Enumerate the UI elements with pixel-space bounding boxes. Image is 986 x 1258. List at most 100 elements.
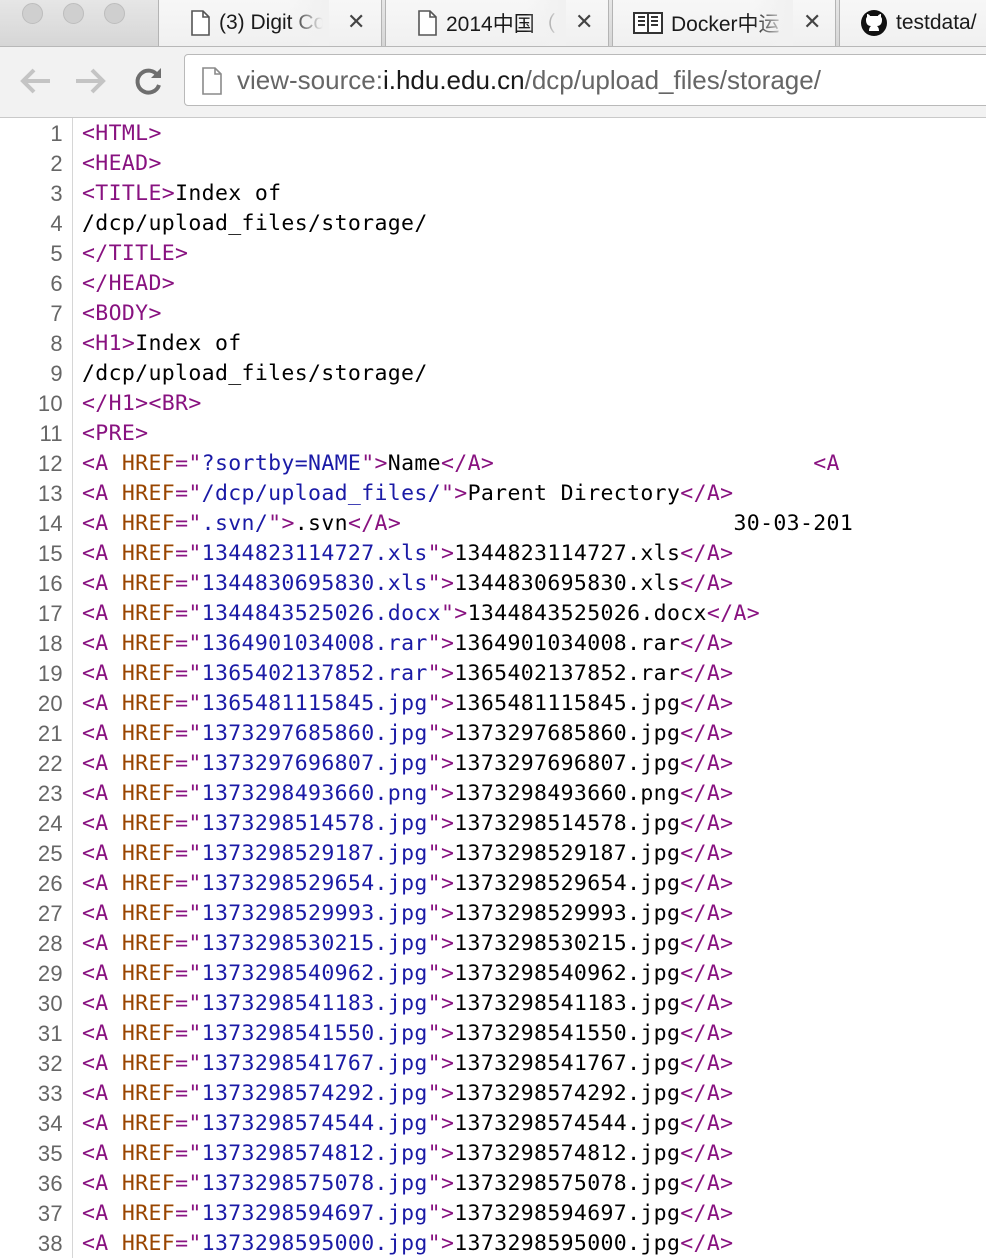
line-number: 35 <box>37 1141 63 1166</box>
line-number: 14 <box>37 511 63 536</box>
code-token: /dcp/upload_files/storage/ <box>82 361 428 386</box>
href-link[interactable]: 1373297685860.jpg <box>202 721 428 746</box>
code-token: "> <box>268 511 295 536</box>
source-code: <A HREF=".svn/">.svn</A> 30-03-201 <box>82 509 853 539</box>
tab-2014[interactable]: 2014中国（ ✕ <box>385 0 609 46</box>
href-link[interactable]: 1373298574812.jpg <box>202 1141 428 1166</box>
close-tab-icon[interactable]: ✕ <box>803 11 821 33</box>
code-token: </A> <box>680 1141 734 1166</box>
href-link[interactable]: /dcp/upload_files/ <box>202 481 441 506</box>
code-token: "> <box>427 961 455 986</box>
line-number: 3 <box>50 181 63 206</box>
source-code: </TITLE> <box>82 239 188 269</box>
reload-button[interactable] <box>128 61 168 101</box>
code-token: </A> <box>680 871 734 896</box>
href-link[interactable]: 1373298529187.jpg <box>202 841 428 866</box>
href-link[interactable]: 1365481115845.jpg <box>202 691 428 716</box>
source-line: 12 <A HREF="?sortby=NAME">Name</A> <A <box>0 449 986 479</box>
line-number: 7 <box>50 301 63 326</box>
href-link[interactable]: 1373298574544.jpg <box>202 1111 428 1136</box>
source-code: <A HREF="1373298530215.jpg">137329853021… <box>82 929 733 959</box>
tab-digit[interactable]: (3) Digit Co ✕ <box>158 0 382 46</box>
code-token: <A <box>82 931 122 956</box>
code-token: </A> <box>680 571 734 596</box>
href-link[interactable]: 1373298574292.jpg <box>202 1081 428 1106</box>
code-token: =" <box>175 481 202 506</box>
source-line: 4/dcp/upload_files/storage/ <box>0 209 986 239</box>
href-link[interactable]: 1373298541767.jpg <box>202 1051 428 1076</box>
code-token: 1373298540962.jpg <box>454 961 681 986</box>
forward-button[interactable] <box>70 61 110 101</box>
href-link[interactable]: 1373298514578.jpg <box>202 811 428 836</box>
source-code: <A HREF="/dcp/upload_files/">Parent Dire… <box>82 479 733 509</box>
code-token: =" <box>175 691 202 716</box>
href-link[interactable]: 1344823114727.xls <box>202 541 428 566</box>
href-link[interactable]: 1373298541550.jpg <box>202 1021 428 1046</box>
code-token: <A <box>82 1111 122 1136</box>
code-token: =" <box>175 781 202 806</box>
close-window-button[interactable] <box>22 3 43 24</box>
code-token: =" <box>175 1201 202 1226</box>
code-token: HREF <box>121 691 176 716</box>
line-number: 9 <box>50 361 63 386</box>
close-tab-icon[interactable]: ✕ <box>347 11 365 33</box>
source-line: 24 <A HREF="1373298514578.jpg">1373298514… <box>0 809 986 839</box>
line-number: 21 <box>37 721 63 746</box>
back-button[interactable] <box>16 61 56 101</box>
href-link[interactable]: .svn/ <box>202 511 268 536</box>
line-number: 11 <box>39 421 63 446</box>
href-link[interactable]: 1365402137852.rar <box>202 661 428 686</box>
href-link[interactable]: 1373298529654.jpg <box>202 871 428 896</box>
line-number: 4 <box>50 211 63 236</box>
href-link[interactable]: 1373298575078.jpg <box>202 1171 428 1196</box>
href-link[interactable]: 1373298529993.jpg <box>202 901 428 926</box>
source-line: 25 <A HREF="1373298529187.jpg">1373298529… <box>0 839 986 869</box>
line-number: 1 <box>50 121 63 146</box>
href-link[interactable]: 1344843525026.docx <box>202 601 441 626</box>
href-link[interactable]: 1373297696807.jpg <box>202 751 428 776</box>
source-line: 29 <A HREF="1373298540962.jpg">1373298540… <box>0 959 986 989</box>
tab-strip: (3) Digit Co ✕ 2014中国（ ✕ Docker中运 ✕ test… <box>0 0 986 47</box>
code-token: 1373297685860.jpg <box>454 721 681 746</box>
code-token: HREF <box>121 451 176 476</box>
href-link[interactable]: 1373298540962.jpg <box>202 961 428 986</box>
code-token: <A <box>82 601 122 626</box>
tab-docker[interactable]: Docker中运 ✕ <box>612 0 836 46</box>
address-bar[interactable]: view-source:i.hdu.edu.cn/dcp/upload_file… <box>184 54 986 106</box>
code-token: <A <box>82 631 122 656</box>
line-number: 15 <box>37 541 63 566</box>
line-number: 29 <box>37 961 63 986</box>
tab-testdata[interactable]: testdata/ <box>839 0 986 46</box>
code-token: HREF <box>121 961 176 986</box>
code-token: 1373298574812.jpg <box>454 1141 681 1166</box>
close-tab-icon[interactable]: ✕ <box>575 11 593 33</box>
href-link[interactable]: 1344830695830.xls <box>202 571 428 596</box>
source-line: 34 <A HREF="1373298574544.jpg">1373298574… <box>0 1109 986 1139</box>
href-link[interactable]: 1373298530215.jpg <box>202 931 428 956</box>
code-token: =" <box>175 661 202 686</box>
href-link[interactable]: 1373298595000.jpg <box>202 1231 428 1256</box>
source-code: <HEAD> <box>82 149 162 179</box>
source-line: 26 <A HREF="1373298529654.jpg">1373298529… <box>0 869 986 899</box>
line-number: 38 <box>37 1231 63 1256</box>
zoom-window-button[interactable] <box>104 3 125 24</box>
code-token: </A> <box>680 991 734 1016</box>
href-link[interactable]: 1373298594697.jpg <box>202 1201 428 1226</box>
href-link[interactable]: ?sortby=NAME <box>202 451 362 476</box>
code-token: "> <box>427 1021 455 1046</box>
address-text[interactable]: view-source:i.hdu.edu.cn/dcp/upload_file… <box>237 65 821 95</box>
tab-label: testdata/ <box>896 11 977 34</box>
href-link[interactable]: 1373298493660.png <box>202 781 428 806</box>
source-code: <A HREF="1344823114727.xls">134482311472… <box>82 539 733 569</box>
source-code: <A HREF="1373298540962.jpg">137329854096… <box>82 959 733 989</box>
href-link[interactable]: 1364901034008.rar <box>202 631 428 656</box>
code-token: 1344823114727.xls <box>454 541 681 566</box>
line-number: 18 <box>37 631 63 656</box>
code-token: HREF <box>121 991 176 1016</box>
line-number: 12 <box>37 451 63 476</box>
href-link[interactable]: 1373298541183.jpg <box>202 991 428 1016</box>
minimize-window-button[interactable] <box>63 3 84 24</box>
source-code: <BODY> <box>82 299 162 329</box>
code-token: 1373298595000.jpg <box>454 1231 681 1256</box>
